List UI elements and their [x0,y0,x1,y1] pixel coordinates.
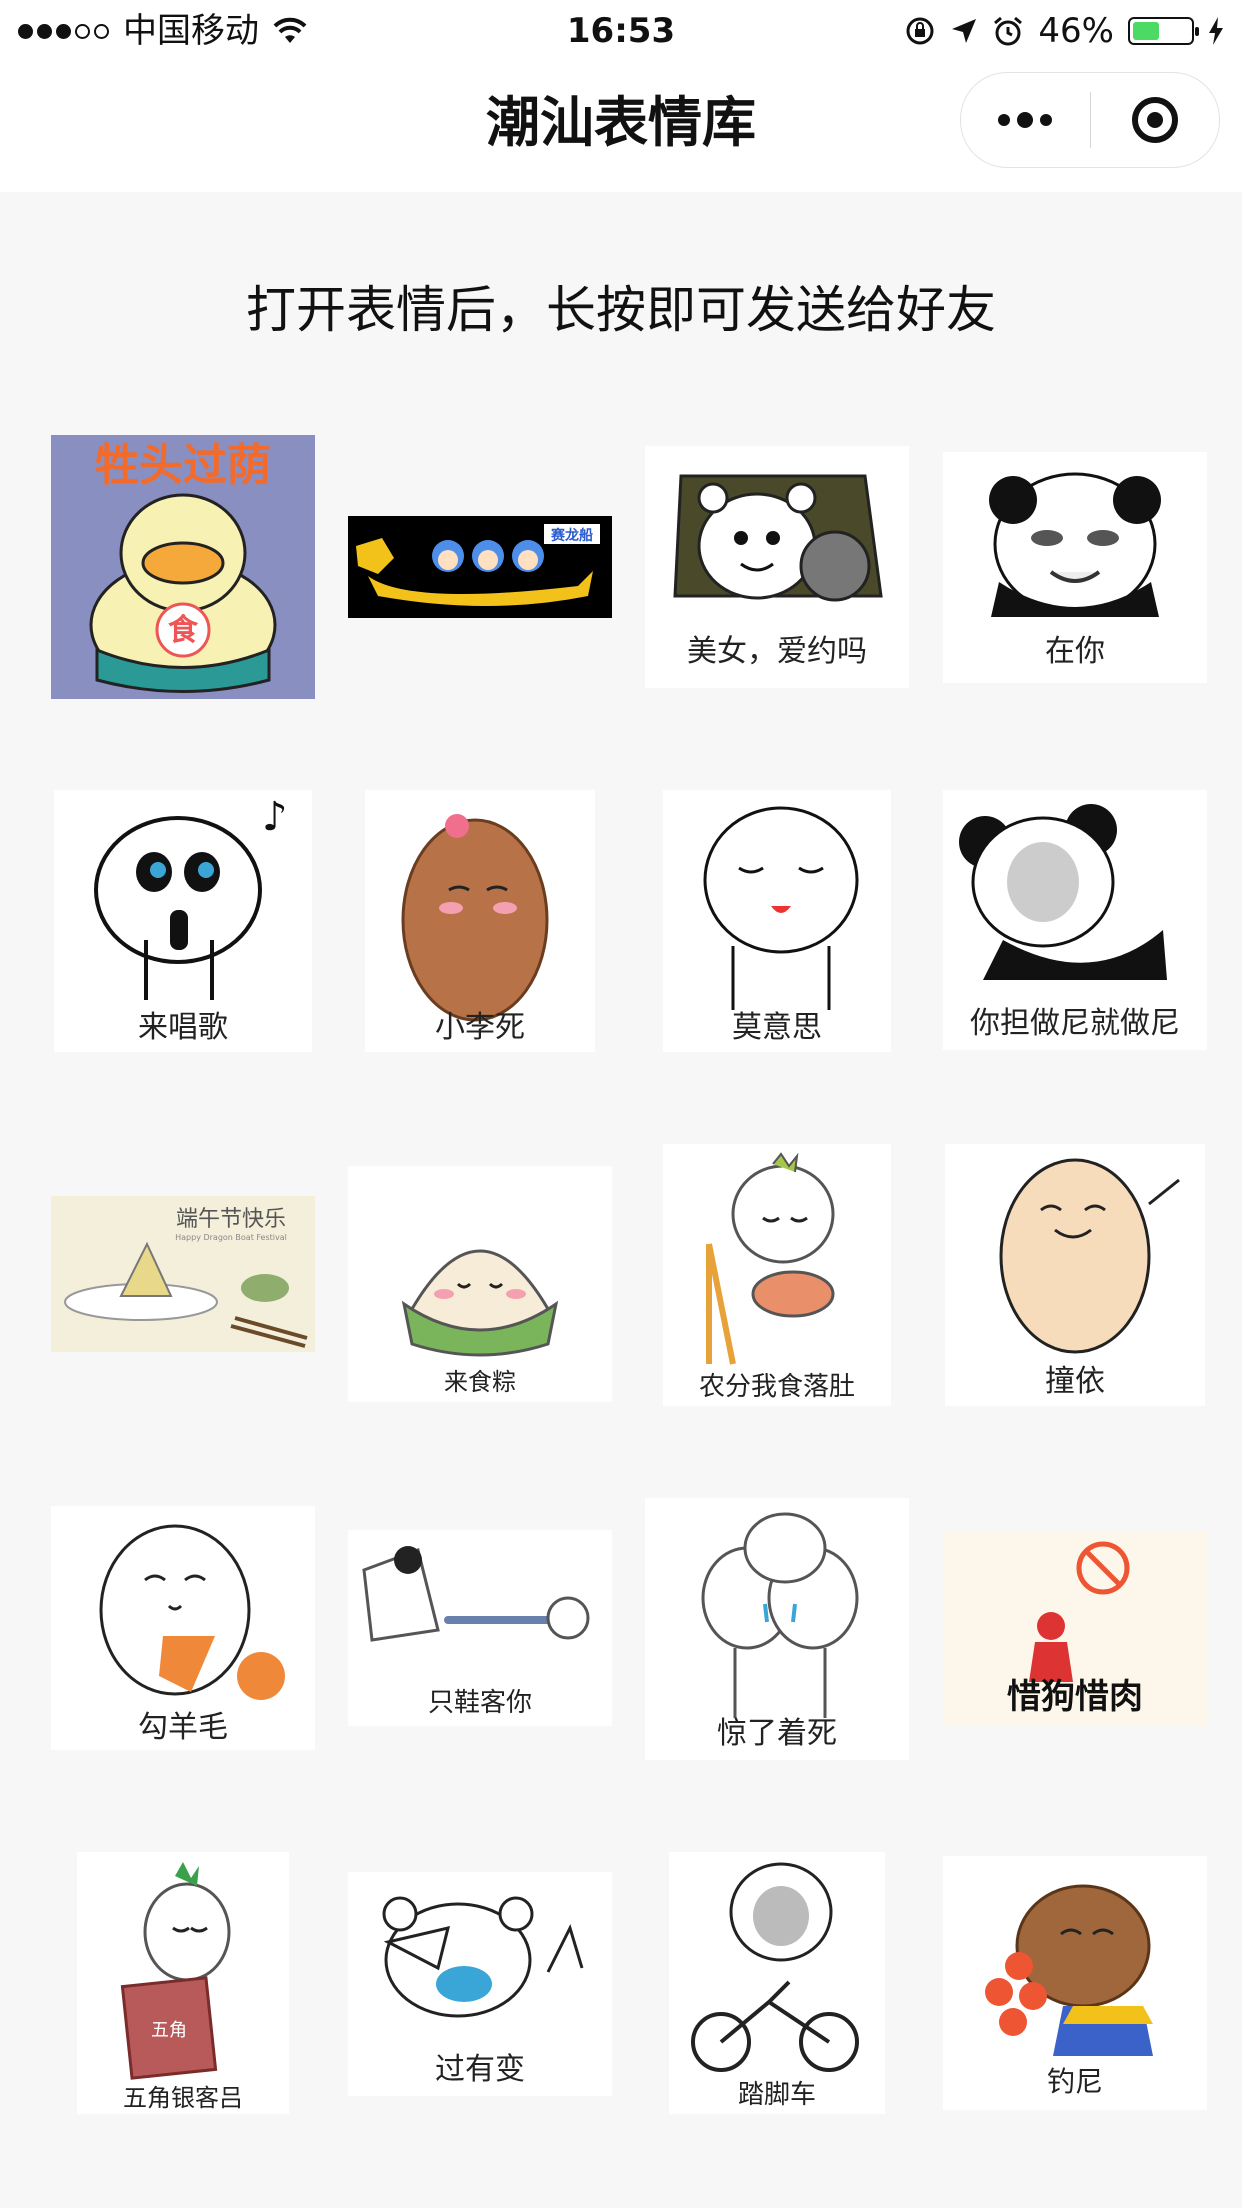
sticker-caption: 小李死 [435,1010,525,1045]
sticker-grid: 食 牲头过荫 赛龙船 美女，爱约吗 在你 ♪ 来唱歌 小李死 莫意思 你担做尼就… [0,0,1242,2208]
sticker-card[interactable]: 你担做尼就做尼 [943,790,1207,1050]
duck-sticker-art: 食 牲头过荫 [51,435,315,699]
sticker-badge: 五角 [151,2020,187,2041]
sticker-banner: 牲头过荫 [95,440,271,491]
dragon-boat-festival-art: 端午节快乐 Happy Dragon Boat Festival [51,1196,315,1352]
sticker-caption: 踏脚车 [737,2080,816,2110]
sticker-card[interactable]: 踏脚车 [669,1852,885,2114]
sticker-caption: 勾羊毛 [138,1710,228,1745]
sticker-card[interactable]: 过有变 [348,1872,612,2096]
sticker-card[interactable]: 农分我食落肚 [663,1144,891,1406]
sticker-card[interactable]: ♪ 来唱歌 [54,790,312,1052]
sticker-caption: 钓尼 [1046,2065,1103,2098]
sticker-card[interactable]: 在你 [943,452,1207,683]
sticker-card[interactable]: 赛龙船 [348,516,612,618]
sticker-caption: 过有变 [435,2052,525,2087]
sticker-card[interactable]: 小李死 [365,790,595,1052]
sticker-badge: 食 [168,613,199,648]
sticker-caption: 惜狗惜肉 [1007,1677,1143,1717]
sticker-banner: 端午节快乐 [176,1207,286,1232]
sticker-card[interactable]: 来食粽 [348,1166,612,1402]
sticker-caption: 在你 [1045,634,1105,669]
sticker-card[interactable]: 钓尼 [943,1856,1207,2110]
sticker-card[interactable]: 端午节快乐 Happy Dragon Boat Festival [51,1196,315,1352]
sticker-caption: 撞依 [1045,1364,1105,1399]
sticker-subbanner: Happy Dragon Boat Festival [175,1233,287,1242]
sticker-caption: 惊了着死 [717,1716,837,1751]
no-dog-meat-sticker-art: 惜狗惜肉 [943,1532,1207,1726]
sticker-card[interactable]: 勾羊毛 [51,1506,315,1750]
sticker-caption: 来食粽 [444,1368,516,1396]
sticker-card[interactable]: 惊了着死 [645,1498,909,1760]
sticker-caption: 美女，爱约吗 [687,634,867,669]
sticker-caption: 农分我食落肚 [698,1372,855,1402]
sticker-card[interactable]: 食 牲头过荫 [51,435,315,699]
sticker-card[interactable]: 美女，爱约吗 [645,446,909,688]
sticker-caption: 五角银客吕 [123,2084,243,2112]
svg-text:♪: ♪ [262,794,288,840]
radish-money-sticker-art: 五角 [120,1862,231,2080]
sticker-caption: 莫意思 [732,1010,822,1045]
sticker-caption: 只鞋客你 [427,1688,532,1718]
sticker-card[interactable]: 五角 五角银客吕 [77,1852,289,2114]
sticker-card[interactable]: 撞依 [945,1144,1205,1406]
sticker-card[interactable]: 莫意思 [663,790,891,1052]
sticker-card[interactable]: 只鞋客你 [348,1530,612,1726]
sticker-banner: 赛龙船 [550,527,593,544]
sticker-caption: 你担做尼就做尼 [970,1006,1180,1041]
sticker-card[interactable]: 惜狗惜肉 [943,1532,1207,1726]
sticker-caption: 来唱歌 [138,1010,228,1045]
dragon-boat-sticker-art: 赛龙船 [348,516,612,618]
